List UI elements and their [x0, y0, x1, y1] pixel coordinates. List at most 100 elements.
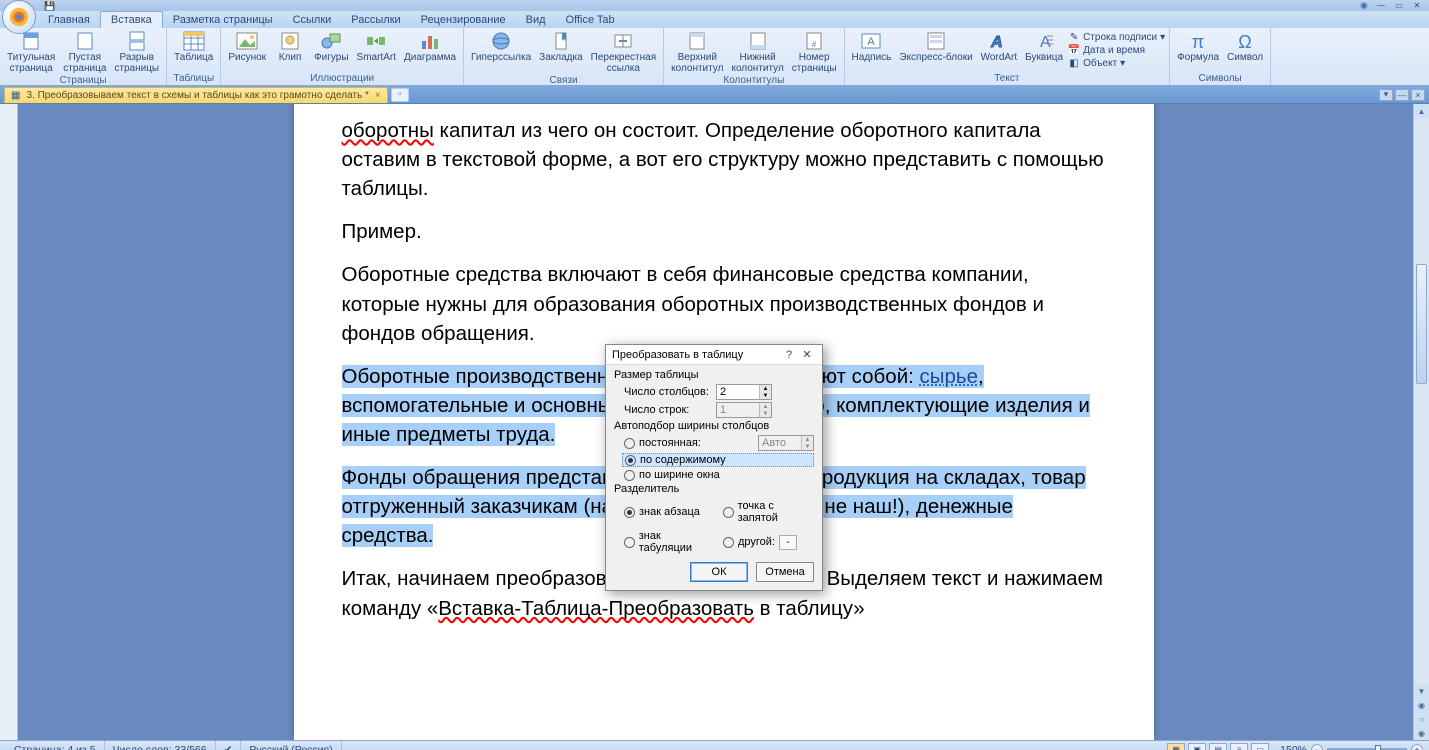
view-outline-button[interactable]: ≡: [1230, 743, 1248, 750]
hyperlink-button[interactable]: Гиперссылка: [468, 29, 534, 65]
qat-save-icon[interactable]: 💾: [44, 1, 55, 12]
radio-icon[interactable]: [723, 507, 734, 518]
symbol-button[interactable]: ΩСимвол: [1224, 29, 1266, 65]
autofit-content-radio[interactable]: по содержимому: [622, 453, 814, 467]
dialog-titlebar[interactable]: Преобразовать в таблицу ? ✕: [606, 345, 822, 365]
tab-review[interactable]: Рецензирование: [411, 12, 516, 28]
svg-text:A: A: [990, 33, 1005, 51]
radio-icon[interactable]: [723, 537, 734, 548]
status-proofing[interactable]: ✔: [216, 741, 242, 750]
sep-paragraph-radio[interactable]: знак абзаца: [624, 500, 715, 524]
columns-spinner[interactable]: 2▲▼: [716, 384, 772, 400]
status-words[interactable]: Число слов: 33/566: [105, 741, 216, 750]
smartart-icon: [364, 30, 388, 52]
sep-semicolon-radio[interactable]: точка с запятой: [723, 500, 814, 524]
shapes-button[interactable]: Фигуры: [311, 29, 351, 65]
equation-button[interactable]: πФормула: [1174, 29, 1222, 65]
status-language[interactable]: Русский (Россия): [241, 741, 341, 750]
tab-references[interactable]: Ссылки: [283, 12, 342, 28]
scroll-up-button[interactable]: ▲: [1414, 104, 1429, 118]
office-button[interactable]: [2, 0, 36, 34]
radio-icon[interactable]: [624, 537, 635, 548]
rows-spinner: 1▲▼: [716, 402, 772, 418]
view-full-screen-button[interactable]: ▣: [1188, 743, 1206, 750]
word-doc-icon: ▦: [11, 90, 20, 101]
ok-button[interactable]: ОК: [690, 562, 748, 582]
tab-office-tab[interactable]: Office Tab: [556, 12, 625, 28]
next-page-button[interactable]: ◉: [1414, 726, 1429, 740]
scrollbar-thumb[interactable]: [1416, 264, 1427, 384]
radio-icon[interactable]: [624, 507, 635, 518]
date-time-button[interactable]: 📅Дата и время: [1068, 44, 1165, 56]
shapes-icon: [319, 30, 343, 52]
close-window-button[interactable]: ✕: [1409, 1, 1425, 11]
view-web-layout-button[interactable]: ▤: [1209, 743, 1227, 750]
paragraph: оборотны капитал из чего он состоит. Опр…: [342, 116, 1106, 203]
footer-button[interactable]: Нижний колонтитул: [728, 29, 786, 75]
wordart-button[interactable]: AWordArt: [978, 29, 1021, 65]
browse-object-button[interactable]: ○: [1414, 712, 1429, 726]
close-tab-icon[interactable]: ×: [375, 90, 381, 101]
dropcap-button[interactable]: AБуквица: [1022, 29, 1066, 65]
radio-icon[interactable]: [624, 470, 635, 481]
zoom-in-button[interactable]: +: [1411, 744, 1423, 750]
table-button[interactable]: Таблица: [171, 29, 216, 65]
crossref-button[interactable]: Перекрестная ссылка: [588, 29, 659, 75]
vertical-scrollbar[interactable]: ▲ ▼ ◉ ○ ◉: [1413, 104, 1429, 740]
textbox-icon: A: [859, 30, 883, 52]
spin-down-icon[interactable]: ▼: [759, 392, 771, 399]
cover-page-button[interactable]: Титульная страница: [4, 29, 58, 75]
tab-insert[interactable]: Вставка: [100, 11, 163, 28]
restore-button[interactable]: ▭: [1391, 1, 1407, 11]
zoom-slider-thumb[interactable]: [1375, 745, 1381, 750]
smartart-button[interactable]: SmartArt: [354, 29, 399, 65]
work-area: оборотны капитал из чего он состоит. Опр…: [0, 104, 1429, 740]
signature-line-button[interactable]: ✎Строка подписи ▾: [1068, 31, 1165, 43]
tab-dropdown-button[interactable]: ▾: [1379, 89, 1393, 101]
sep-tab-radio[interactable]: знак табуляции: [624, 530, 715, 554]
status-bar: Страница: 4 из 5 Число слов: 33/566 ✔ Ру…: [0, 740, 1429, 750]
document-tab[interactable]: ▦ 3. Преобразовываем текст в схемы и таб…: [4, 87, 388, 103]
tab-close-button[interactable]: ×: [1411, 89, 1425, 101]
scroll-down-button[interactable]: ▼: [1414, 684, 1429, 698]
bookmark-button[interactable]: Закладка: [536, 29, 585, 65]
view-draft-button[interactable]: ▭: [1251, 743, 1269, 750]
tab-page-layout[interactable]: Разметка страницы: [163, 12, 283, 28]
tab-view[interactable]: Вид: [516, 12, 556, 28]
zoom-level[interactable]: 150%: [1280, 744, 1307, 750]
dialog-close-button[interactable]: ✕: [798, 348, 816, 361]
dialog-help-button[interactable]: ?: [780, 349, 798, 361]
paragraph: Оборотные средства включают в себя финан…: [342, 260, 1106, 347]
radio-icon[interactable]: [625, 455, 636, 466]
prev-page-button[interactable]: ◉: [1414, 698, 1429, 712]
page-break-button[interactable]: Разрыв страницы: [111, 29, 162, 75]
zoom-out-button[interactable]: −: [1311, 744, 1323, 750]
tab-home[interactable]: Главная: [38, 12, 100, 28]
autofit-window-radio[interactable]: по ширине окна: [624, 469, 814, 481]
cancel-button[interactable]: Отмена: [756, 562, 814, 582]
chart-button[interactable]: Диаграмма: [401, 29, 459, 65]
status-page[interactable]: Страница: 4 из 5: [6, 741, 105, 750]
header-icon: [685, 30, 709, 52]
textbox-button[interactable]: AНадпись: [849, 29, 895, 65]
tab-mailings[interactable]: Рассылки: [341, 12, 410, 28]
help-icon[interactable]: ◉: [1360, 0, 1368, 11]
minimize-button[interactable]: —: [1373, 1, 1389, 11]
quickparts-button[interactable]: Экспресс-блоки: [896, 29, 975, 65]
spin-up-icon[interactable]: ▲: [759, 385, 771, 392]
header-button[interactable]: Верхний колонтитул: [668, 29, 726, 75]
sep-other-radio[interactable]: другой:: [723, 530, 814, 554]
radio-icon[interactable]: [624, 438, 635, 449]
clip-button[interactable]: Клип: [271, 29, 309, 65]
autofit-fixed-radio[interactable]: постоянная: Авто▲▼: [624, 435, 814, 451]
page-number-button[interactable]: #Номер страницы: [789, 29, 840, 75]
new-tab-button[interactable]: ▫: [391, 88, 409, 102]
dialog-title: Преобразовать в таблицу: [612, 349, 780, 361]
convert-to-table-dialog: Преобразовать в таблицу ? ✕ Размер табли…: [605, 344, 823, 591]
object-button[interactable]: ◧Объект ▾: [1068, 57, 1165, 69]
view-print-layout-button[interactable]: ▦: [1167, 743, 1185, 750]
tab-min-button[interactable]: —: [1395, 89, 1409, 101]
sep-other-input[interactable]: [779, 535, 797, 550]
blank-page-button[interactable]: Пустая страница: [60, 29, 109, 75]
picture-button[interactable]: Рисунок: [225, 29, 269, 65]
